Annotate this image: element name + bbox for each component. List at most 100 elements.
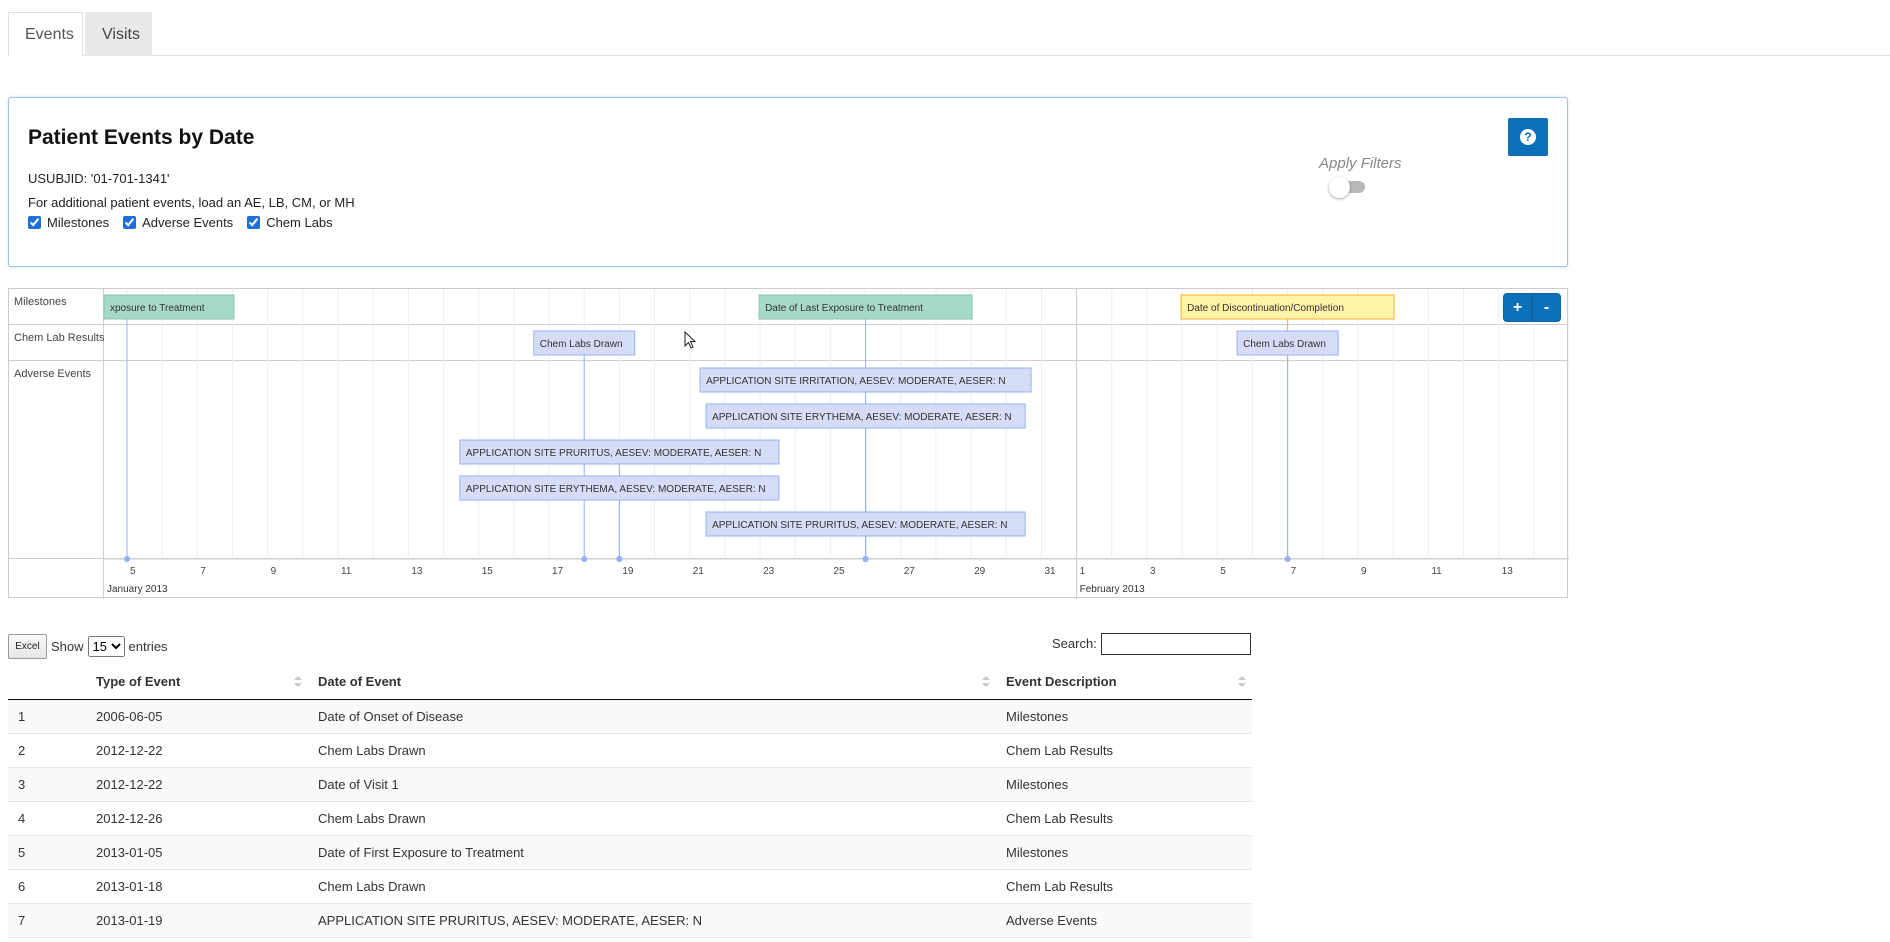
row-index-cell: 4	[8, 801, 86, 836]
date-of-event-cell: Chem Labs Drawn	[308, 869, 996, 904]
date-of-event-cell: Date of Visit 1	[308, 767, 996, 802]
date-of-event-cell: Date of Onset of Disease	[308, 699, 996, 734]
event-description-cell: Chem Lab Results	[996, 869, 1252, 904]
axis-tick-label: 23	[763, 566, 775, 577]
type-of-event-cell: 2012-12-22	[86, 767, 308, 802]
type-of-event-cell: 2012-12-22	[86, 733, 308, 768]
timeline-item-label: APPLICATION SITE PRURITUS, AESEV: MODERA…	[466, 448, 761, 459]
row-index-cell: 6	[8, 869, 86, 904]
row-index-cell: 2	[8, 733, 86, 768]
checkbox-milestones[interactable]: Milestones	[28, 215, 109, 230]
adverse-events-checkbox[interactable]	[123, 216, 137, 229]
axis-tick-label: 13	[411, 566, 423, 577]
timeline-item-label: Date of Last Exposure to Treatment	[765, 303, 923, 314]
search-input[interactable]	[1101, 633, 1251, 655]
axis-tick-label: 11	[1431, 566, 1442, 577]
zoom-controls: + -	[1503, 293, 1561, 322]
zoom-out-button[interactable]: -	[1532, 293, 1561, 322]
table-row[interactable]: 3 2012-12-22 Date of Visit 1 Milestones	[8, 767, 1252, 802]
load-hint-text: For additional patient events, load an A…	[28, 195, 355, 210]
timeline-item-label: Chem Labs Drawn	[540, 339, 623, 350]
column-header-label: Date of Event	[318, 673, 402, 689]
axis-tick-label: 21	[693, 566, 705, 577]
axis-tick-label: 11	[341, 566, 352, 577]
axis-tick-label: 29	[974, 566, 986, 577]
column-header-description[interactable]: Event Description	[996, 664, 1252, 700]
row-index-cell: 3	[8, 767, 86, 802]
table-row[interactable]: 6 2013-01-18 Chem Labs Drawn Chem Lab Resul…	[8, 869, 1252, 904]
type-of-event-cell: 2012-12-26	[86, 801, 308, 836]
timeline-item-label: Date of Discontinuation/Completion	[1187, 303, 1344, 314]
timeline-item-label: Chem Labs Drawn	[1243, 339, 1326, 350]
patient-events-card: Patient Events by Date USUBJID: '01-701-…	[8, 97, 1568, 267]
axis-tick-label: 31	[1044, 566, 1056, 577]
table-row[interactable]: 1 2006-06-05 Date of Onset of Disease Miles…	[8, 699, 1252, 734]
table-row[interactable]: 5 2013-01-05 Date of First Exposure to Tre…	[8, 835, 1252, 870]
axis-month-label: January 2013	[107, 584, 168, 595]
timeline-item-label: APPLICATION SITE ERYTHEMA, AESEV: MODERA…	[466, 484, 766, 495]
axis-tick-label: 3	[1150, 566, 1156, 577]
axis-month-label: February 2013	[1080, 584, 1145, 595]
events-timeline[interactable]: Milestones Chem Lab Results Adverse Even…	[8, 288, 1569, 599]
type-of-event-cell: 2013-01-18	[86, 869, 308, 904]
entries-label: entries	[128, 639, 168, 654]
timeline-canvas: 579111315171921232527293113579111315Janu…	[103, 289, 1569, 599]
axis-tick-label: 7	[1291, 566, 1297, 577]
table-row[interactable]: 7 2013-01-19 APPLICATION SITE PRURITUS, AE…	[8, 903, 1252, 938]
axis-tick-label: 5	[130, 566, 136, 577]
row-index-cell: 5	[8, 835, 86, 870]
timeline-dot	[124, 556, 130, 562]
mouse-cursor-icon	[684, 331, 696, 349]
table-row[interactable]: 4 2012-12-26 Chem Labs Drawn Chem Lab Resul…	[8, 801, 1252, 836]
page-length-control: Show 15 entries	[51, 636, 168, 657]
axis-tick-label: 25	[833, 566, 845, 577]
usubjid-text: USUBJID: '01-701-1341'	[28, 171, 170, 186]
timeline-item-label: APPLICATION SITE PRURITUS, AESEV: MODERA…	[712, 520, 1007, 531]
timeline-dot	[616, 556, 623, 562]
show-label: Show	[51, 639, 84, 654]
date-of-event-cell: Chem Labs Drawn	[308, 733, 996, 768]
sort-icon	[982, 676, 990, 688]
tab-bar: Events Visits	[8, 12, 1890, 56]
event-description-cell: Chem Lab Results	[996, 801, 1252, 836]
column-header-index	[8, 664, 86, 700]
column-header-date[interactable]: Date of Event	[308, 664, 996, 700]
event-description-cell: Chem Lab Results	[996, 733, 1252, 768]
event-description-cell: Adverse Events	[996, 903, 1252, 938]
tab-events[interactable]: Events	[8, 12, 83, 56]
excel-export-button[interactable]: Excel	[8, 634, 47, 659]
events-table: Type of Event Date of Event Event Descri…	[8, 664, 1252, 938]
axis-tick-label: 15	[482, 566, 494, 577]
column-header-type[interactable]: Type of Event	[86, 664, 308, 700]
apply-filters-label: Apply Filters	[1319, 155, 1402, 172]
event-description-cell: Milestones	[996, 699, 1252, 734]
column-header-label: Type of Event	[96, 673, 181, 689]
table-row[interactable]: 2 2012-12-22 Chem Labs Drawn Chem Lab Resul…	[8, 733, 1252, 768]
apply-filters-toggle[interactable]	[1329, 177, 1375, 198]
timeline-item-label: xposure to Treatment	[110, 303, 205, 314]
search-label: Search:	[1052, 636, 1097, 651]
page-length-select[interactable]: 15	[87, 636, 125, 657]
timeline-item-label: APPLICATION SITE ERYTHEMA, AESEV: MODERA…	[712, 412, 1012, 423]
help-button[interactable]: ?	[1508, 118, 1548, 156]
axis-tick-label: 1	[1080, 566, 1086, 577]
zoom-in-button[interactable]: +	[1503, 293, 1532, 322]
axis-tick-label: 13	[1502, 566, 1514, 577]
checkbox-chem-labs[interactable]: Chem Labs	[247, 215, 333, 230]
column-header-label: Event Description	[1006, 673, 1117, 689]
date-of-event-cell: Chem Labs Drawn	[308, 801, 996, 836]
chem-labs-checkbox[interactable]	[247, 216, 261, 229]
event-description-cell: Milestones	[996, 767, 1252, 802]
checkbox-label: Chem Labs	[266, 215, 333, 230]
row-index-cell: 7	[8, 903, 86, 938]
row-index-cell: 1	[8, 699, 86, 734]
type-of-event-cell: 2013-01-05	[86, 835, 308, 870]
toggle-knob	[1329, 177, 1350, 198]
tab-visits[interactable]: Visits	[85, 12, 152, 56]
axis-tick-label: 27	[904, 566, 916, 577]
axis-tick-label: 9	[1361, 566, 1367, 577]
checkbox-adverse-events[interactable]: Adverse Events	[123, 215, 233, 230]
type-of-event-cell: 2006-06-05	[86, 699, 308, 734]
axis-tick-label: 5	[1220, 566, 1226, 577]
milestones-checkbox[interactable]	[28, 216, 41, 229]
